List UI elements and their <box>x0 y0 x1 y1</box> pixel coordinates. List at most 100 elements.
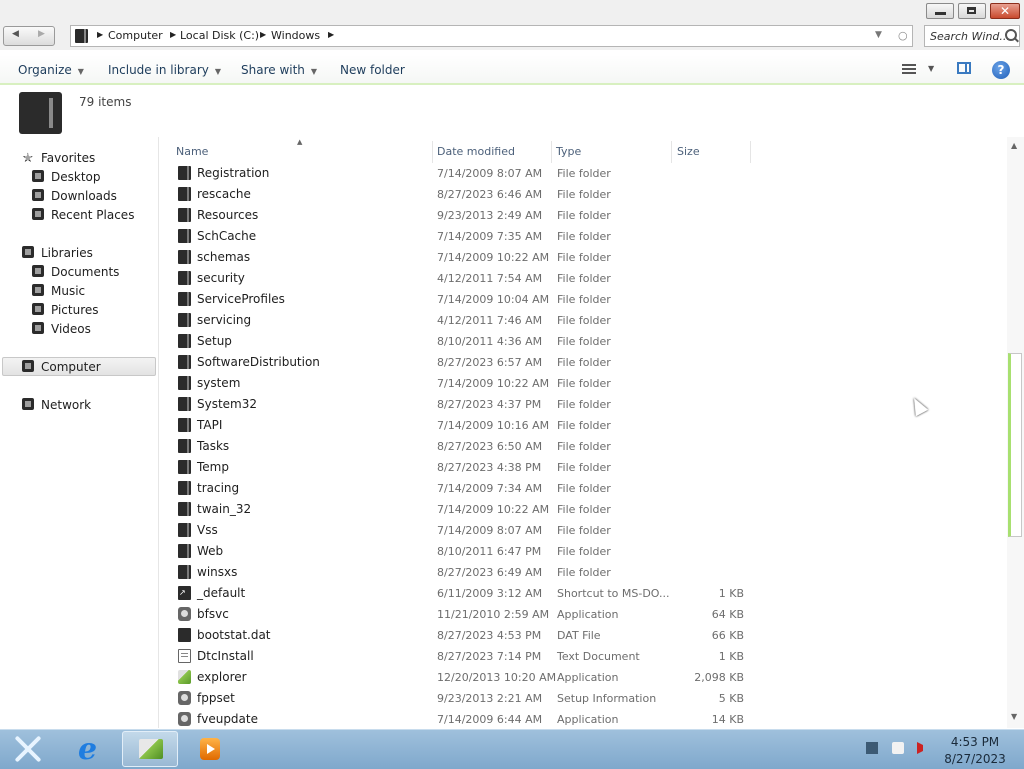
refresh-icon[interactable]: ○ <box>898 29 908 42</box>
close-button[interactable]: ✕ <box>990 3 1020 19</box>
application-icon <box>178 712 191 726</box>
table-row[interactable]: bootstat.dat 8/27/2023 4:53 PM DAT File 66 … <box>160 625 1006 646</box>
table-row[interactable]: fppset 9/23/2013 2:21 AM Setup Information… <box>160 688 1006 709</box>
sidebar-item-pictures[interactable]: Pictures <box>51 303 99 317</box>
address-bar[interactable]: ▶ Computer ▶ Local Disk (C:) ▶ Windows ▶… <box>70 25 913 47</box>
include-in-library-button[interactable]: Include in library ▼ <box>108 63 221 77</box>
taskbar-windows-explorer[interactable] <box>122 731 178 767</box>
clock-date[interactable]: 8/27/2023 <box>940 752 1010 766</box>
table-row[interactable]: system 7/14/2009 10:22 AM File folder <box>160 373 1006 394</box>
sidebar-item-music[interactable]: Music <box>51 284 85 298</box>
sidebar-item-favorites[interactable]: Favorites <box>41 151 95 165</box>
file-name: Vss <box>197 523 218 537</box>
sidebar-item-computer[interactable]: Computer <box>41 360 101 374</box>
breadcrumb-local-disk[interactable]: Local Disk (C:) <box>180 29 259 42</box>
back-arrow-icon[interactable]: ◀ <box>12 29 19 39</box>
table-row[interactable]: Resources 9/23/2013 2:49 AM File folder <box>160 205 1006 226</box>
table-row[interactable]: Vss 7/14/2009 8:07 AM File folder <box>160 520 1006 541</box>
folder-icon <box>178 439 191 453</box>
search-icon[interactable] <box>1005 29 1017 41</box>
breadcrumb-separator-icon[interactable]: ▶ <box>97 30 103 39</box>
table-row[interactable]: System32 8/27/2023 4:37 PM File folder <box>160 394 1006 415</box>
sidebar-item-recent-places[interactable]: Recent Places <box>51 208 134 222</box>
scroll-down-icon[interactable]: ▼ <box>1011 712 1017 721</box>
column-header-size[interactable]: Size <box>677 145 700 158</box>
address-dropdown-icon[interactable]: ▼ <box>875 30 882 40</box>
table-row[interactable]: rescache 8/27/2023 6:46 AM File folder <box>160 184 1006 205</box>
table-row[interactable]: _default 6/11/2009 3:12 AM Shortcut to MS-… <box>160 583 1006 604</box>
file-list: ▲ Name Date modified Type Size Registrat… <box>160 137 1006 728</box>
table-row[interactable]: winsxs 8/27/2023 6:49 AM File folder <box>160 562 1006 583</box>
volume-muted-icon[interactable] <box>917 742 923 754</box>
breadcrumb-separator-icon[interactable]: ▶ <box>170 30 176 39</box>
music-icon <box>32 284 44 296</box>
table-row[interactable]: SoftwareDistribution 8/27/2023 6:57 AM Fil… <box>160 352 1006 373</box>
search-input[interactable]: Search Wind... <box>924 25 1020 47</box>
table-row[interactable]: Tasks 8/27/2023 6:50 AM File folder <box>160 436 1006 457</box>
sidebar-item-desktop[interactable]: Desktop <box>51 170 101 184</box>
table-row[interactable]: TAPI 7/14/2009 10:16 AM File folder <box>160 415 1006 436</box>
table-row[interactable]: SchCache 7/14/2009 7:35 AM File folder <box>160 226 1006 247</box>
share-with-button[interactable]: Share with ▼ <box>241 63 317 77</box>
column-divider[interactable] <box>551 141 552 163</box>
table-row[interactable]: Temp 8/27/2023 4:38 PM File folder <box>160 457 1006 478</box>
sidebar-item-downloads[interactable]: Downloads <box>51 189 117 203</box>
column-header-type[interactable]: Type <box>556 145 581 158</box>
breadcrumb-separator-icon[interactable]: ▶ <box>328 30 334 39</box>
file-type: File folder <box>557 314 611 327</box>
taskbar-internet-explorer[interactable]: e <box>72 732 108 767</box>
network-tray-icon[interactable] <box>892 742 904 754</box>
table-row[interactable]: schemas 7/14/2009 10:22 AM File folder <box>160 247 1006 268</box>
folder-icon <box>178 229 191 243</box>
file-date-modified: 8/10/2011 4:36 AM <box>437 335 543 348</box>
table-row[interactable]: explorer 12/20/2013 10:20 AM Application 2,… <box>160 667 1006 688</box>
column-header-name[interactable]: Name <box>176 145 208 158</box>
maximize-button[interactable] <box>958 3 986 19</box>
table-row[interactable]: servicing 4/12/2011 7:46 AM File folder <box>160 310 1006 331</box>
action-center-icon[interactable] <box>866 742 878 754</box>
file-type: File folder <box>557 167 611 180</box>
clock-time[interactable]: 4:53 PM <box>945 735 1005 749</box>
column-divider[interactable] <box>750 141 751 163</box>
column-header-date-modified[interactable]: Date modified <box>437 145 515 158</box>
new-folder-button[interactable]: New folder <box>340 63 405 77</box>
file-size: 1 KB <box>718 650 744 663</box>
taskbar: e 4:53 PM 8/27/2023 <box>0 729 1024 769</box>
breadcrumb-separator-icon[interactable]: ▶ <box>260 30 266 39</box>
sidebar-item-libraries[interactable]: Libraries <box>41 246 93 260</box>
view-options-icon[interactable] <box>902 64 916 75</box>
organize-button[interactable]: Organize ▼ <box>18 63 84 77</box>
minimize-button[interactable] <box>926 3 954 19</box>
table-row[interactable]: ServiceProfiles 7/14/2009 10:04 AM File fo… <box>160 289 1006 310</box>
table-row[interactable]: tracing 7/14/2009 7:34 AM File folder <box>160 478 1006 499</box>
column-divider[interactable] <box>671 141 672 163</box>
videos-icon <box>32 322 44 334</box>
table-row[interactable]: Web 8/10/2011 6:47 PM File folder <box>160 541 1006 562</box>
sidebar-item-network[interactable]: Network <box>41 398 91 412</box>
column-divider[interactable] <box>432 141 433 163</box>
file-date-modified: 4/12/2011 7:54 AM <box>437 272 543 285</box>
table-row[interactable]: DtcInstall 8/27/2023 7:14 PM Text Document… <box>160 646 1006 667</box>
file-name: bootstat.dat <box>197 628 271 642</box>
forward-arrow-icon[interactable]: ▶ <box>38 29 45 39</box>
preview-pane-icon[interactable] <box>957 62 971 74</box>
file-name: Resources <box>197 208 259 222</box>
scrollbar-thumb[interactable] <box>1008 353 1022 537</box>
table-row[interactable]: bfsvc 11/21/2010 2:59 AM Application 64 KB <box>160 604 1006 625</box>
table-row[interactable]: security 4/12/2011 7:54 AM File folder <box>160 268 1006 289</box>
breadcrumb-computer[interactable]: Computer <box>108 29 163 42</box>
table-row[interactable]: Setup 8/10/2011 4:36 AM File folder <box>160 331 1006 352</box>
navigation-buttons: ◀ ▶ <box>3 26 55 46</box>
breadcrumb-windows[interactable]: Windows <box>271 29 320 42</box>
table-row[interactable]: Registration 7/14/2009 8:07 AM File folder <box>160 163 1006 184</box>
sidebar-item-videos[interactable]: Videos <box>51 322 91 336</box>
sidebar-item-documents[interactable]: Documents <box>51 265 119 279</box>
help-icon[interactable]: ? <box>992 61 1010 79</box>
table-row[interactable]: twain_32 7/14/2009 10:22 AM File folder <box>160 499 1006 520</box>
chevron-down-icon[interactable]: ▼ <box>928 64 934 73</box>
scroll-up-icon[interactable]: ▲ <box>1011 141 1017 150</box>
start-button[interactable] <box>8 732 48 766</box>
vertical-scrollbar[interactable]: ▲ ▼ <box>1007 137 1024 728</box>
table-row[interactable]: fveupdate 7/14/2009 6:44 AM Application 14 … <box>160 709 1006 728</box>
taskbar-media-player[interactable] <box>192 732 228 766</box>
